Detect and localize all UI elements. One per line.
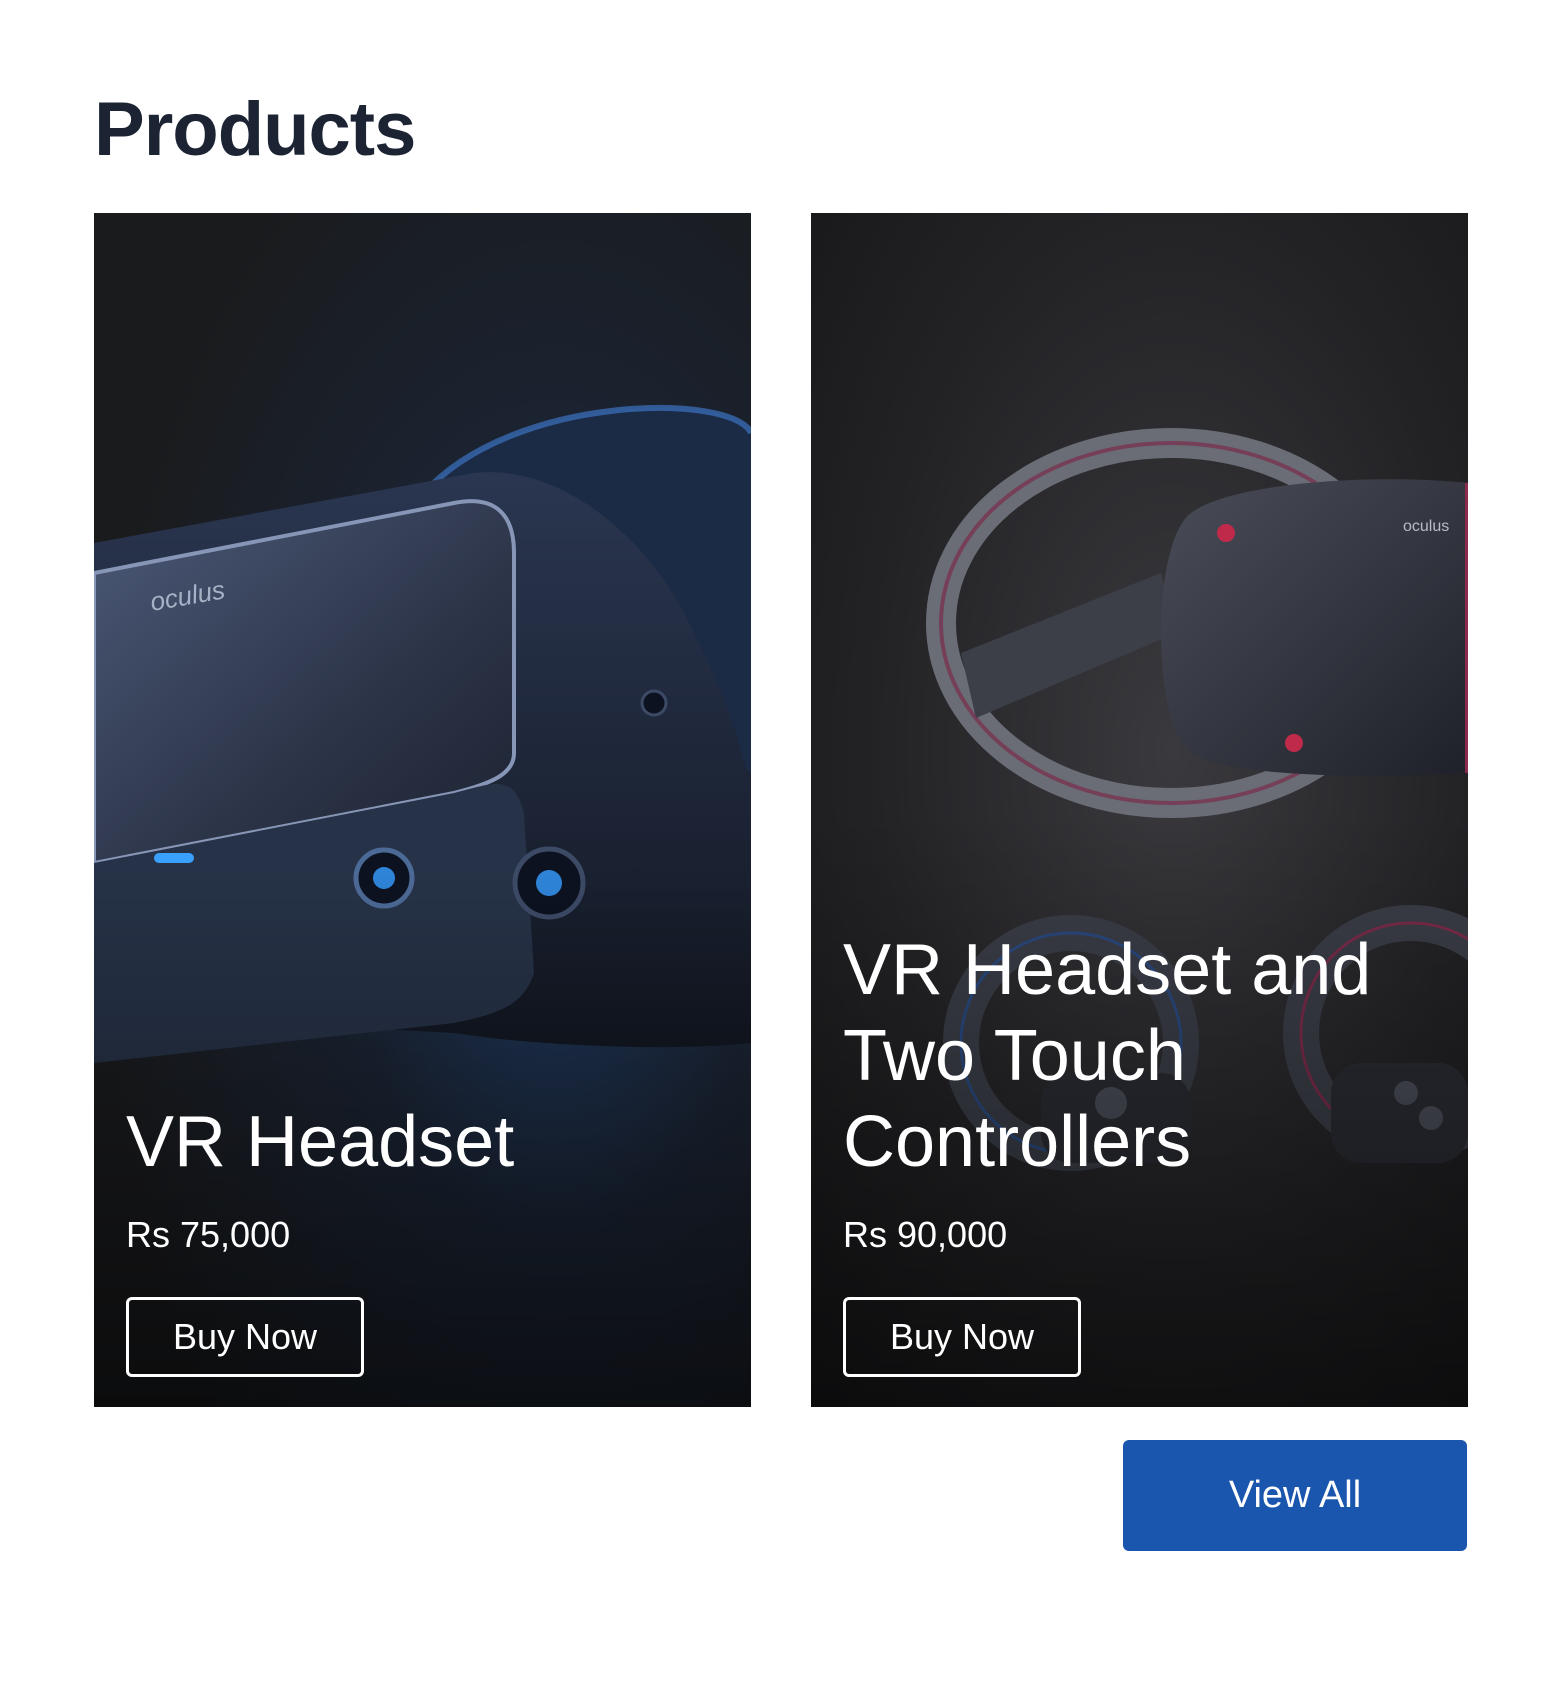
product-card-vr-headset: oculus VR Headset Rs 75,000 Buy Now — [94, 213, 751, 1407]
view-all-button[interactable]: View All — [1123, 1440, 1467, 1551]
page-title: Products — [94, 87, 416, 172]
buy-now-button[interactable]: Buy Now — [843, 1297, 1081, 1377]
product-card-body: VR Headset Rs 75,000 Buy Now — [126, 1099, 719, 1377]
product-title: VR Headset — [126, 1102, 515, 1182]
product-price: Rs 90,000 — [843, 1214, 1008, 1255]
buy-now-button[interactable]: Buy Now — [126, 1297, 364, 1377]
product-price: Rs 75,000 — [126, 1214, 291, 1255]
product-card-body: VR Headset and Two Touch Controllers Rs … — [843, 927, 1436, 1377]
product-title: VR Headset and Two Touch Controllers — [843, 930, 1372, 1182]
product-card-vr-headset-controllers: oculus VR Headset and Two Touch Controll… — [811, 213, 1468, 1407]
